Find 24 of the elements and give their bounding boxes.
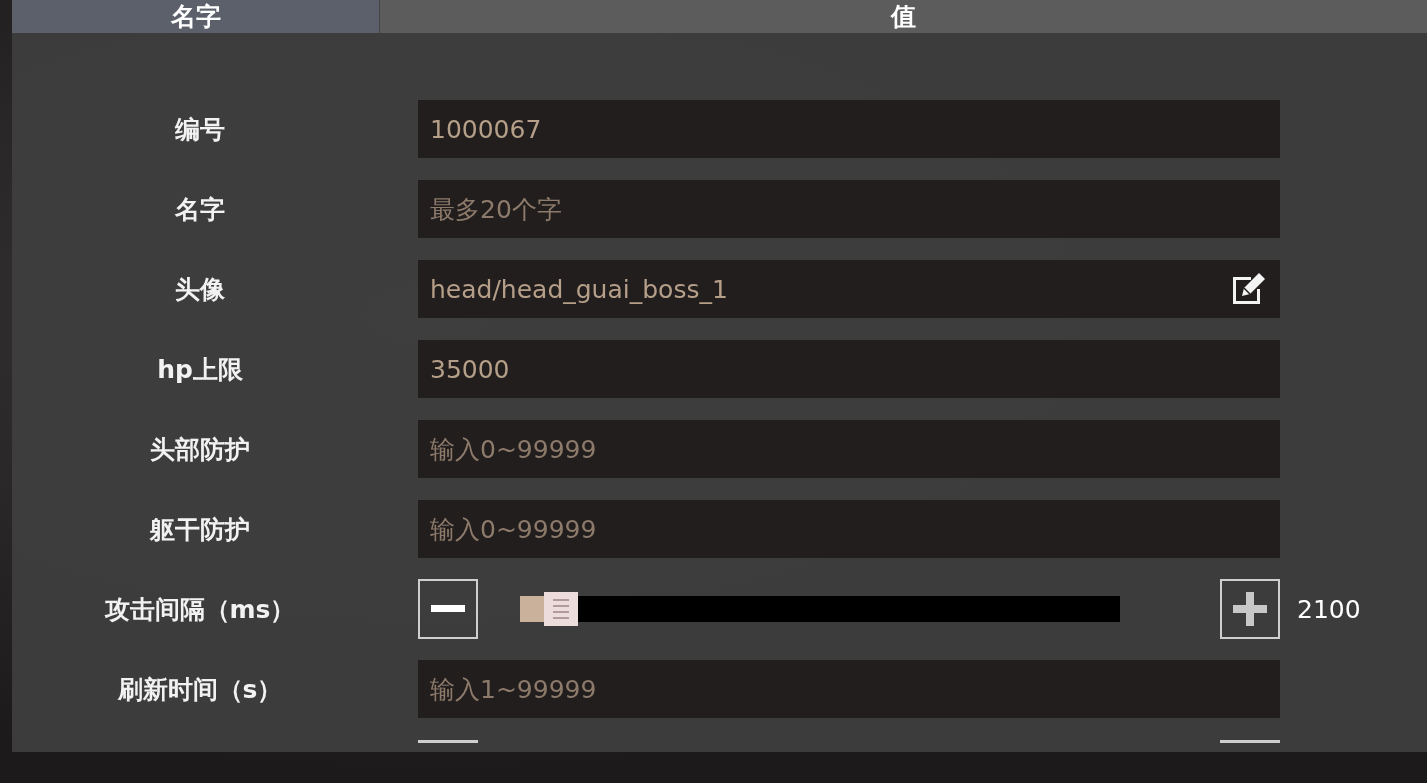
field-label: 名字: [174, 193, 226, 226]
column-header: 名字: [12, 0, 380, 33]
plus-icon: [1233, 592, 1267, 626]
input-field[interactable]: 输入0~99999: [418, 500, 1280, 558]
input-field[interactable]: 输入1~99999: [418, 660, 1280, 718]
edit-icon[interactable]: [1230, 271, 1268, 307]
field-label: 编号: [174, 113, 226, 146]
minus-icon: [431, 605, 465, 613]
field-label: 头像: [174, 273, 226, 306]
slider-thumb[interactable]: [544, 592, 578, 626]
input-field[interactable]: 1000067: [418, 100, 1280, 158]
field-label: 攻击间隔（ms）: [103, 593, 297, 626]
slider-value: 2100: [1297, 594, 1361, 624]
input-field[interactable]: head/head_guai_boss_1: [418, 260, 1280, 318]
input-field[interactable]: 最多20个字: [418, 180, 1280, 238]
column-header: 值: [380, 0, 1427, 33]
input-field[interactable]: 35000: [418, 340, 1280, 398]
plus-button[interactable]: [1220, 579, 1280, 639]
input-field[interactable]: 输入0~99999: [418, 420, 1280, 478]
field-label: 刷新时间（s）: [116, 673, 284, 706]
minus-button[interactable]: [418, 579, 478, 639]
field-label: 躯干防护: [149, 513, 251, 546]
field-label: hp上限: [156, 353, 244, 386]
field-label: 头部防护: [149, 433, 251, 466]
